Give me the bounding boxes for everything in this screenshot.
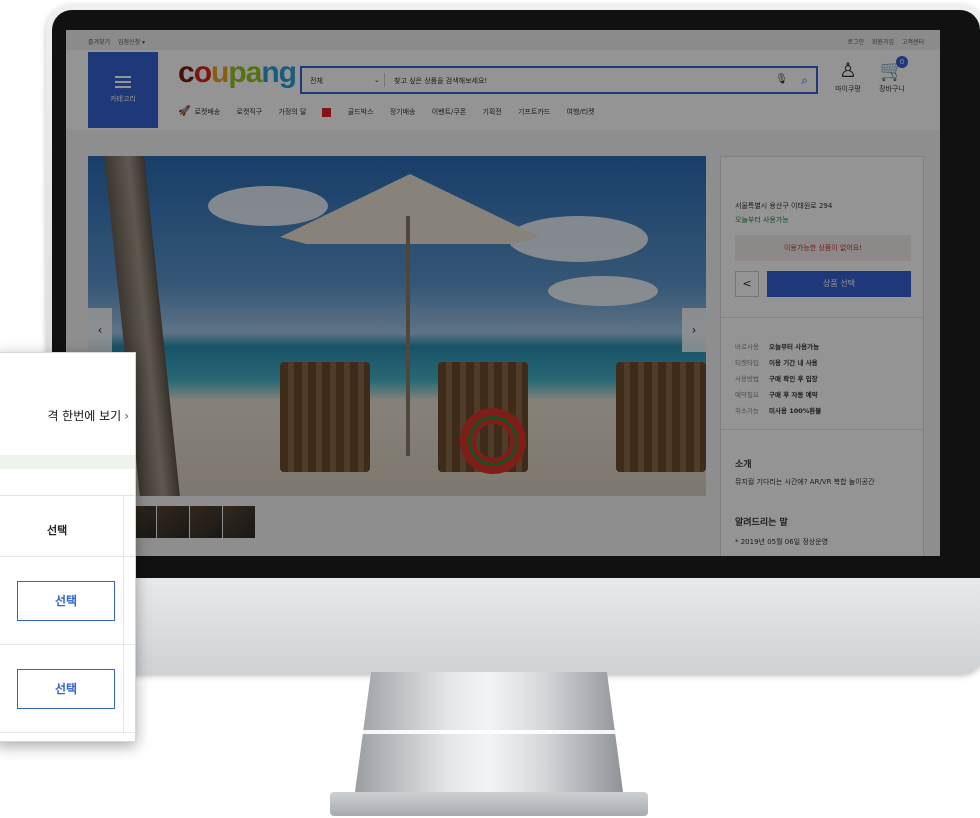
chevron-down-icon: ⌄ (374, 76, 380, 84)
monitor-stand-neck (355, 672, 623, 792)
no-items-notice: 이용가능한 상품이 없어요! (735, 235, 911, 261)
seller-apply-link[interactable]: 입점신청 ▾ (118, 39, 145, 46)
table-row: 선택 (0, 645, 135, 733)
customer-center-link[interactable]: 고객센터 (902, 39, 924, 46)
nav-rocket-delivery[interactable]: 로켓배송 (194, 108, 220, 116)
search-category-select[interactable]: 전체 ⌄ (310, 76, 380, 86)
nav-rocket-direct[interactable]: 로켓직구 (236, 108, 262, 116)
notice-heading: 알려드리는 말 (735, 518, 788, 528)
monitor-screen: 즐겨찾기 입점신청 ▾ 로그인 회원가입 고객센터 카테고리 coupang 전… (66, 30, 940, 556)
intro-heading: 소개 (735, 460, 752, 470)
select-product-button[interactable]: 상품 선택 (767, 271, 911, 297)
bookmark-link[interactable]: 즐겨찾기 (88, 39, 110, 46)
carousel-next-button[interactable]: › (682, 308, 706, 352)
notice-text: * 2019년 05월 06일 정상운영 (735, 538, 829, 546)
hero-image: ‹ › (88, 156, 706, 496)
info-row: 티켓타입 이용 기간 내 사용 (735, 359, 818, 367)
cart-button[interactable]: 🛒 0 장바구니 (872, 56, 912, 94)
nav-events[interactable]: 이벤트/쿠폰 (432, 108, 467, 116)
signup-link[interactable]: 회원가입 (872, 39, 894, 46)
info-row: 사용방법 구매 확인 후 입장 (735, 375, 818, 383)
nav-giftcard[interactable]: 기프트카드 (518, 108, 550, 116)
search-icon[interactable]: ⌕ (801, 73, 808, 88)
option-select-popup: 격 한번에 보기 › 선택 선택 선택 (0, 352, 136, 742)
product-info-panel: 서울특별시 용산구 이태원로 294 오늘부터 사용가능 이용가능한 상품이 없… (720, 156, 924, 556)
microphone-icon[interactable]: 🎙 (775, 74, 788, 85)
share-icon[interactable]: < (735, 271, 759, 297)
category-label: 카테고리 (110, 95, 136, 103)
thumbnail-strip (124, 506, 256, 542)
thumbnail[interactable] (157, 506, 189, 538)
info-row: 예약필요 구매 후 자동 예약 (735, 391, 818, 399)
venue-address: 서울특별시 용산구 이태원로 294 (735, 202, 833, 210)
mypage-button[interactable]: ♙ 마이쿠팡 (828, 60, 868, 94)
nav-family-month[interactable]: 가정의 달 (278, 107, 332, 117)
info-row: 바로사용 오늘부터 사용가능 (735, 343, 820, 351)
select-option-button[interactable]: 선택 (17, 581, 115, 621)
select-option-button[interactable]: 선택 (17, 669, 115, 709)
nav-goldbox[interactable]: 골드박스 (348, 108, 374, 116)
category-menu-button[interactable]: 카테고리 (88, 52, 158, 128)
user-icon: ♙ (839, 58, 857, 82)
nav-promotions[interactable]: 기획전 (482, 108, 501, 116)
chevron-right-icon: › (124, 409, 129, 423)
monitor-chin (46, 578, 980, 674)
sub-navigation: 🚀 로켓배송 로켓직구 가정의 달 골드박스 정기배송 이벤트/쿠폰 기획전 기프… (178, 106, 609, 117)
intro-text: 뮤지컬 기다리는 시간에? AR/VR 복합 놀이공간 (735, 478, 875, 486)
nav-travel[interactable]: 여행/티켓 (566, 108, 594, 116)
top-utility-bar: 즐겨찾기 입점신청 ▾ 로그인 회원가입 고객센터 (66, 30, 940, 50)
availability-text: 오늘부터 사용가능 (735, 216, 789, 224)
search-input[interactable]: 찾고 싶은 상품을 검색해보세요! (394, 76, 487, 86)
view-all-prices-link[interactable]: 격 한번에 보기 › (47, 407, 129, 424)
site-header: 카테고리 coupang 전체 ⌄ 찾고 싶은 상품을 검색해보세요! 🎙 ⌕ … (66, 50, 940, 130)
thumbnail[interactable] (190, 506, 222, 538)
table-row: 선택 (0, 557, 135, 645)
hamburger-icon (115, 76, 131, 88)
select-column-header: 선택 (47, 524, 68, 537)
table-header: 선택 (0, 495, 135, 558)
hot-badge-icon (322, 107, 332, 117)
search-bar: 전체 ⌄ 찾고 싶은 상품을 검색해보세요! 🎙 ⌕ (300, 66, 818, 94)
carousel-prev-button[interactable]: ‹ (88, 308, 112, 352)
info-row: 취소가능 미사용 100%환불 (735, 407, 822, 415)
nav-subscription[interactable]: 정기배송 (390, 108, 416, 116)
monitor-stand-base (330, 792, 648, 816)
coupang-logo[interactable]: coupang (178, 56, 297, 90)
login-link[interactable]: 로그인 (847, 39, 864, 46)
thumbnail[interactable] (223, 506, 255, 538)
rocket-icon: 🚀 (178, 106, 191, 117)
cart-count-badge: 0 (896, 56, 908, 68)
